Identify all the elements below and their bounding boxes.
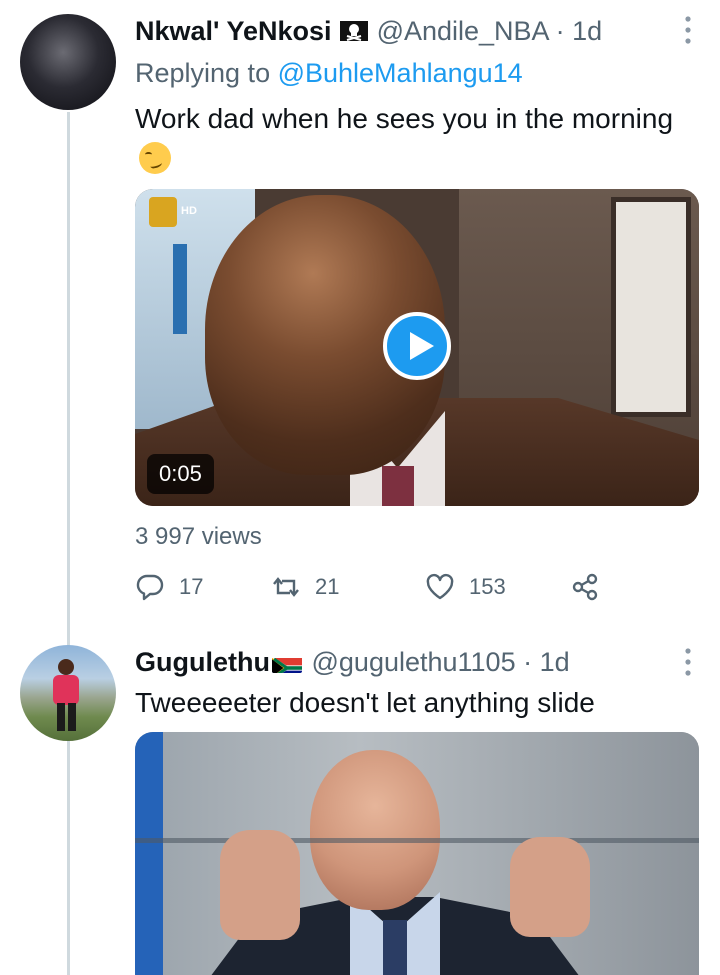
video-background	[611, 197, 691, 417]
replying-to-label: Replying to	[135, 58, 278, 88]
more-options-icon[interactable]	[680, 14, 696, 46]
reply-button[interactable]: 17	[135, 568, 203, 606]
retweet-icon	[273, 577, 299, 597]
smirking-face-icon	[139, 142, 171, 174]
share-icon	[572, 573, 598, 601]
image-person	[310, 750, 440, 910]
retweet-button[interactable]: 21	[271, 568, 339, 606]
video-duration: 0:05	[147, 454, 214, 494]
user-handle[interactable]: @gugulethu1105	[312, 647, 516, 677]
reply-count: 17	[179, 574, 204, 599]
view-count: 3 997 views	[135, 523, 262, 550]
like-button[interactable]: 153	[425, 568, 506, 606]
tweet[interactable]: Gugulethu @gugulethu1105 · 1d Tweeeeeter…	[0, 630, 720, 975]
more-options-icon[interactable]	[680, 646, 696, 678]
display-name[interactable]: Nkwal' YeNkosi	[135, 16, 332, 46]
reply-icon	[136, 574, 164, 601]
image-glass-rail	[135, 838, 699, 843]
image-person	[383, 920, 407, 975]
timestamp[interactable]: 1d	[572, 16, 602, 46]
image-person	[510, 837, 590, 937]
image-person	[220, 830, 300, 940]
image-background	[135, 732, 163, 975]
user-handle[interactable]: @Andile_NBA	[377, 16, 549, 46]
avatar-person	[53, 659, 79, 731]
pirate-flag-icon	[339, 18, 369, 51]
tweet-text: Tweeeeeter doesn't let anything slide	[135, 683, 695, 723]
south-africa-flag-icon	[271, 653, 302, 673]
like-count: 153	[469, 574, 506, 599]
replying-to: Replying to @BuhleMahlangu14	[135, 57, 523, 89]
play-button[interactable]	[383, 312, 451, 380]
share-button[interactable]	[570, 568, 600, 606]
video-player[interactable]: HD 0:05	[135, 189, 699, 506]
avatar[interactable]	[20, 14, 116, 110]
channel-badge: HD	[181, 205, 197, 217]
channel-logo-icon	[149, 197, 177, 227]
retweet-count: 21	[315, 574, 340, 599]
tweet-image[interactable]	[135, 732, 699, 975]
avatar[interactable]	[20, 645, 116, 741]
video-person	[382, 466, 414, 506]
tweet-header: Gugulethu @gugulethu1105 · 1d	[135, 646, 570, 678]
tweet-text-body: Work dad when he sees you in the morning	[135, 103, 674, 134]
display-name[interactable]: Gugulethu	[135, 647, 270, 677]
tweet[interactable]: Nkwal' YeNkosi @Andile_NBA · 1d Replying…	[0, 0, 720, 630]
replying-to-handle[interactable]: @BuhleMahlangu14	[278, 58, 523, 88]
separator-dot: ·	[523, 647, 533, 677]
heart-icon	[426, 573, 454, 600]
timestamp[interactable]: 1d	[540, 647, 570, 677]
separator-dot: ·	[555, 16, 565, 46]
tweet-text-body: Tweeeeeter doesn't let anything slide	[135, 687, 595, 718]
tweet-text: Work dad when he sees you in the morning	[135, 99, 695, 179]
tweet-header: Nkwal' YeNkosi @Andile_NBA · 1d	[135, 15, 602, 51]
